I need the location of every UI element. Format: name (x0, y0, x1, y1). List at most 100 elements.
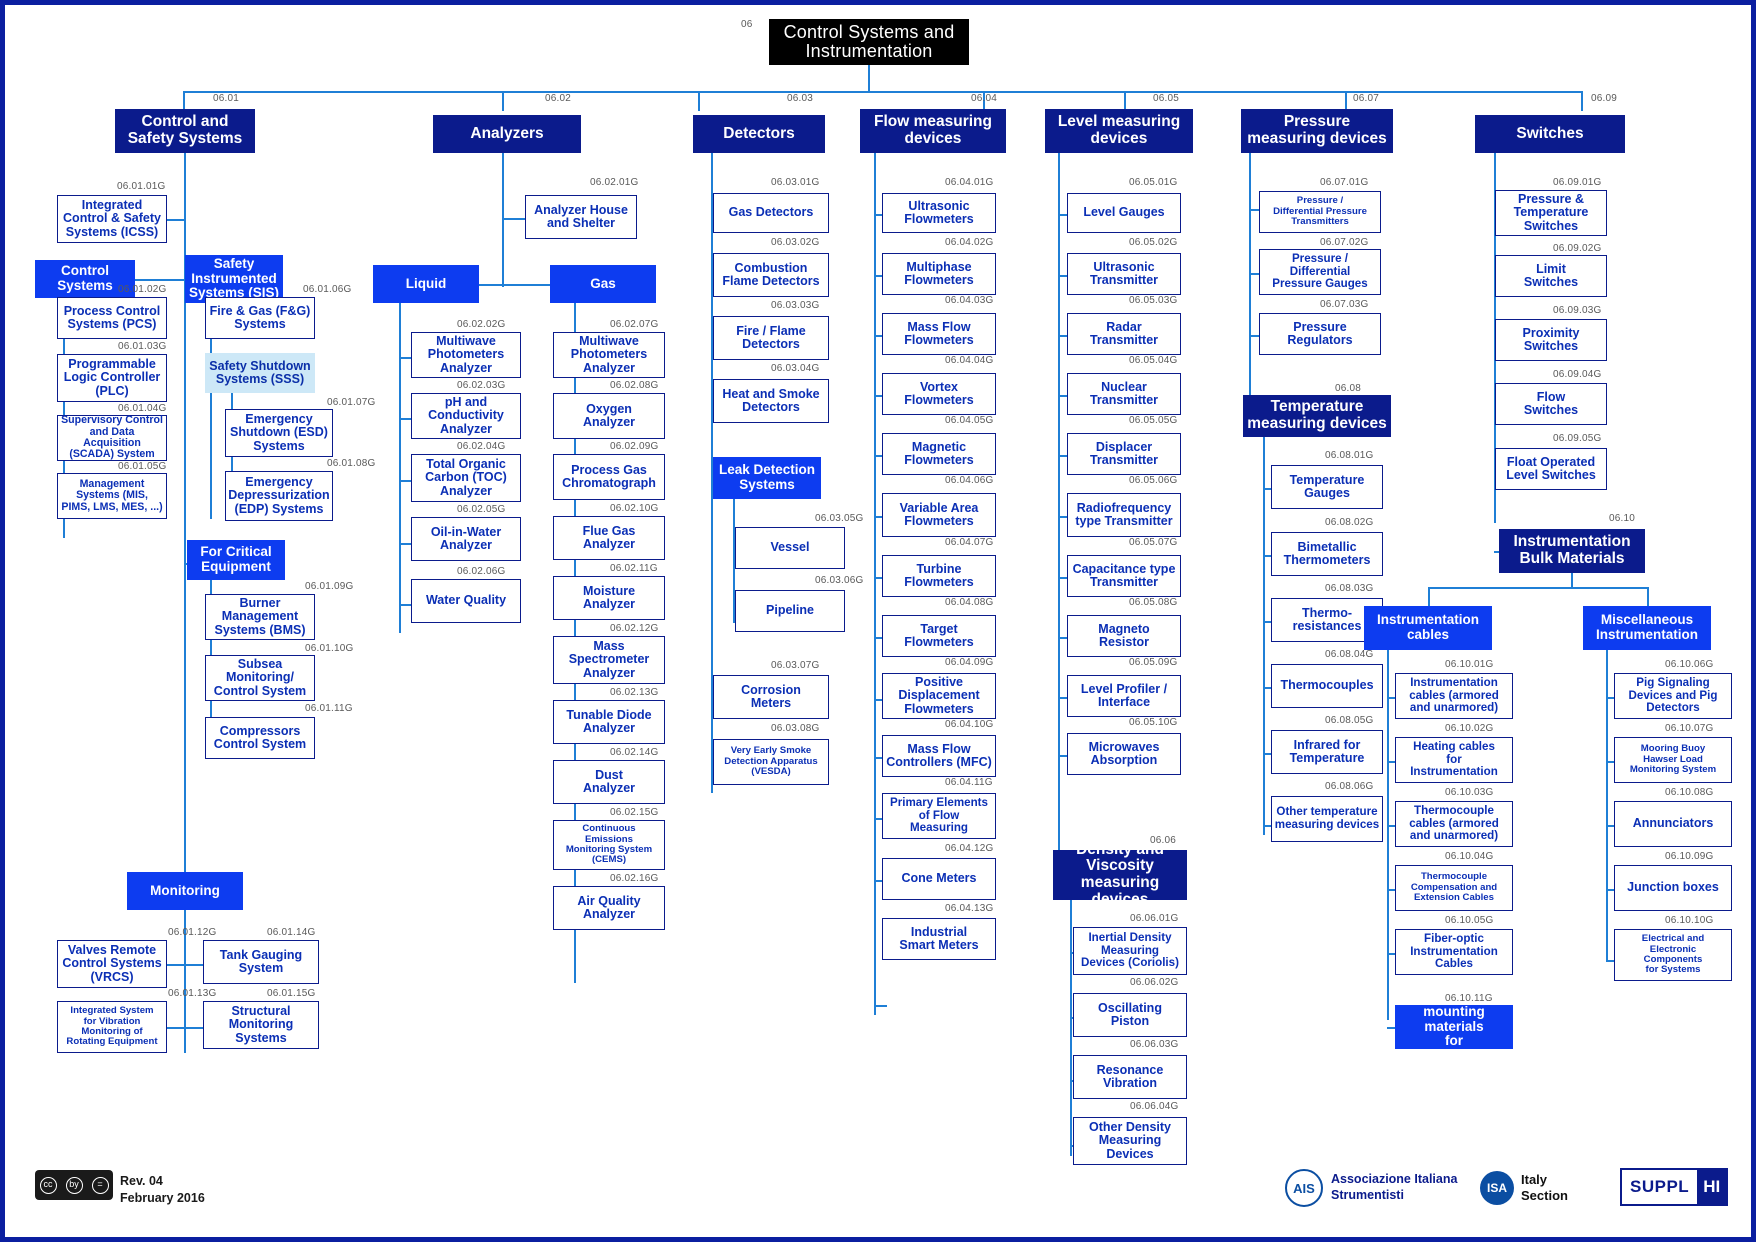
node-vrcs[interactable]: Valves Remote Control Systems (VRCS) (57, 940, 167, 988)
node-industrial-smart-meters[interactable]: Industrial Smart Meters (882, 918, 996, 960)
node-level-gauges[interactable]: Level Gauges (1067, 193, 1181, 233)
node-flow-switches[interactable]: Flow Switches (1495, 383, 1607, 425)
node-bimetallic-thermometers[interactable]: Bimetallic Thermometers (1271, 532, 1383, 576)
node-positive-displacement-flowmeters[interactable]: Positive Displacement Flowmeters (882, 673, 996, 719)
node-vortex-flowmeters[interactable]: Vortex Flowmeters (882, 373, 996, 415)
node-dust-analyzer[interactable]: Dust Analyzer (553, 760, 665, 804)
node-infrared-for-temperature[interactable]: Infrared for Temperature (1271, 730, 1383, 774)
node-pressure-temperature-switches[interactable]: Pressure & Temperature Switches (1495, 190, 1607, 236)
node-for-critical-equipment[interactable]: For Critical Equipment (187, 540, 285, 580)
node-displacer-transmitter[interactable]: Displacer Transmitter (1067, 433, 1181, 475)
node-fiber-optic-instrumentation-cables[interactable]: Fiber-optic Instrumentation Cables (1395, 929, 1513, 975)
node-vibration-monitoring[interactable]: Integrated System for Vibration Monitoring… (57, 1001, 167, 1053)
node-scada[interactable]: Supervisory Control and Data Acquisition(… (57, 414, 167, 461)
node-air-quality-analyzer[interactable]: Air Quality Analyzer (553, 886, 665, 930)
node-gas-multiwave-photometers[interactable]: Multiwave Photometers Analyzer (553, 332, 665, 378)
node-safety-shutdown-systems[interactable]: Safety Shutdown Systems (SSS) (205, 353, 315, 393)
node-magnetic-flowmeters[interactable]: Magnetic Flowmeters (882, 433, 996, 475)
node-moisture-analyzer[interactable]: Moisture Analyzer (553, 576, 665, 620)
node-thermocouple-compensation-cables[interactable]: Thermocouple Compensation and Extension Ca… (1395, 865, 1513, 911)
node-thermocouples[interactable]: Thermocouples (1271, 664, 1383, 708)
node-target-flowmeters[interactable]: Target Flowmeters (882, 615, 996, 657)
node-sis-group[interactable]: Safety Instrumented Systems (SIS) (185, 255, 283, 303)
node-pig-signaling-devices[interactable]: Pig Signaling Devices and Pig Detectors (1614, 673, 1732, 719)
node-level-measuring-devices[interactable]: Level measuring devices (1045, 109, 1193, 153)
node-subsea-monitoring-control[interactable]: Subsea Monitoring/Control System (205, 655, 315, 701)
node-pcs[interactable]: Process Control Systems (PCS) (57, 297, 167, 339)
node-mooring-buoy-hawser-load[interactable]: Mooring Buoy Hawser Load Monitoring System (1614, 737, 1732, 783)
node-other-density-measuring-devices[interactable]: Other Density Measuring Devices (1073, 1117, 1187, 1165)
node-switches[interactable]: Switches (1475, 115, 1625, 153)
node-combustion-flame-detectors[interactable]: Combustion Flame Detectors (713, 253, 829, 297)
node-ultrasonic-flowmeters[interactable]: Ultrasonic Flowmeters (882, 193, 996, 233)
node-thermocouple-cables[interactable]: Thermocouple cables (armored and unarmored… (1395, 801, 1513, 847)
node-liquid-multiwave-photometers[interactable]: Multiwave Photometers Analyzer (411, 332, 521, 378)
node-tank-gauging-system[interactable]: Tank Gauging System (203, 940, 319, 984)
node-analyzers[interactable]: Analyzers (433, 115, 581, 153)
node-instrumentation-bulk-materials[interactable]: Instrumentation Bulk Materials (1499, 529, 1645, 573)
node-electrical-electronic-components[interactable]: Electrical and Electronic Components for Sy… (1614, 929, 1732, 981)
node-instrumentation-cables-group[interactable]: Instrumentation cables (1364, 606, 1492, 650)
node-float-operated-level-switches[interactable]: Float Operated Level Switches (1495, 448, 1607, 490)
node-root[interactable]: Control Systems and Instrumentation (769, 19, 969, 65)
node-flue-gas-analyzer[interactable]: Flue Gas Analyzer (553, 516, 665, 560)
node-density-viscosity-measuring-devices[interactable]: Density and Viscosity measuring devices (1053, 841, 1187, 908)
node-radiofrequency-transmitter[interactable]: Radiofrequency type Transmitter (1067, 493, 1181, 537)
node-leak-pipeline[interactable]: Pipeline (735, 590, 845, 632)
node-cems[interactable]: Continuous Emissions Monitoring System (CEM… (553, 820, 665, 870)
node-capacitance-transmitter[interactable]: Capacitance type Transmitter (1067, 555, 1181, 597)
node-pressure-dp-transmitters[interactable]: Pressure / Differential Pressure Transmitt… (1259, 191, 1381, 233)
node-corrosion-meters[interactable]: Corrosion Meters (713, 675, 829, 719)
node-proximity-switches[interactable]: Proximity Switches (1495, 319, 1607, 361)
node-ultrasonic-transmitter[interactable]: Ultrasonic Transmitter (1067, 253, 1181, 295)
node-liquid-group[interactable]: Liquid (373, 265, 479, 303)
node-pressure-regulators[interactable]: Pressure Regulators (1259, 313, 1381, 355)
node-other-temperature-measuring-devices[interactable]: Other temperature measuring devices (1271, 796, 1383, 842)
node-miscellaneous-instrumentation-group[interactable]: Miscellaneous Instrumentation (1583, 606, 1711, 650)
node-magneto-resistor[interactable]: Magneto Resistor (1067, 615, 1181, 657)
node-compressors-control-system[interactable]: Compressors Control System (205, 717, 315, 759)
node-pressure-dp-gauges[interactable]: Pressure / Differential Pressure Gauges (1259, 249, 1381, 295)
node-leak-vessel[interactable]: Vessel (735, 527, 845, 569)
node-tunable-diode-analyzer[interactable]: Tunable Diode Analyzer (553, 700, 665, 744)
node-process-gas-chromatograph[interactable]: Process Gas Chromatograph (553, 454, 665, 500)
node-toc-analyzer[interactable]: Total Organic Carbon (TOC) Analyzer (411, 454, 521, 502)
node-control-and-safety-systems[interactable]: Control and Safety Systems (115, 109, 255, 153)
node-gas-detectors[interactable]: Gas Detectors (713, 193, 829, 233)
node-oil-in-water-analyzer[interactable]: Oil-in-Water Analyzer (411, 517, 521, 561)
node-bms[interactable]: Burner Management Systems (BMS) (205, 594, 315, 640)
node-level-profiler-interface[interactable]: Level Profiler / Interface (1067, 675, 1181, 717)
node-mass-flow-flowmeters[interactable]: Mass Flow Flowmeters (882, 313, 996, 355)
node-edp[interactable]: Emergency Depressurization (EDP) Systems (225, 471, 333, 521)
node-icss[interactable]: Integrated Control & Safety Systems (ICSS) (57, 195, 167, 243)
node-mass-flow-controllers[interactable]: Mass Flow Controllers (MFC) (882, 735, 996, 777)
node-pressure-measuring-devices[interactable]: Pressure measuring devices (1241, 109, 1393, 153)
node-temperature-measuring-devices[interactable]: Temperature measuring devices (1243, 395, 1391, 437)
node-inertial-density-coriolis[interactable]: Inertial Density Measuring Devices (Coriol… (1073, 927, 1187, 975)
node-analyzer-house-and-shelter[interactable]: Analyzer House and Shelter (525, 195, 637, 239)
node-instrumentation-cables[interactable]: Instrumentation cables (armored and unarmo… (1395, 673, 1513, 719)
node-limit-switches[interactable]: Limit Switches (1495, 255, 1607, 297)
node-variable-area-flowmeters[interactable]: Variable Area Flowmeters (882, 493, 996, 537)
node-fire-and-gas-systems[interactable]: Fire & Gas (F&G) Systems (205, 297, 315, 339)
node-radar-transmitter[interactable]: Radar Transmitter (1067, 313, 1181, 355)
node-heat-and-smoke-detectors[interactable]: Heat and Smoke Detectors (713, 379, 829, 423)
node-microwaves-absorption[interactable]: Microwaves Absorption (1067, 733, 1181, 775)
node-oxygen-analyzer[interactable]: Oxygen Analyzer (553, 393, 665, 439)
node-plc[interactable]: Programmable Logic Controller (PLC) (57, 354, 167, 402)
node-ph-conductivity-analyzer[interactable]: pH and Conductivity Analyzer (411, 393, 521, 439)
node-esd[interactable]: Emergency Shutdown (ESD) Systems (225, 409, 333, 457)
node-turbine-flowmeters[interactable]: Turbine Flowmeters (882, 555, 996, 597)
node-multiphase-flowmeters[interactable]: Multiphase Flowmeters (882, 253, 996, 295)
node-junction-boxes[interactable]: Junction boxes (1614, 865, 1732, 911)
node-leak-detection-systems[interactable]: Leak Detection Systems (713, 457, 821, 499)
node-primary-elements-of-flow-measuring[interactable]: Primary Elements of Flow Measuring (882, 793, 996, 839)
node-temperature-gauges[interactable]: Temperature Gauges (1271, 465, 1383, 509)
node-cone-meters[interactable]: Cone Meters (882, 858, 996, 900)
node-heating-cables-for-instrumentation[interactable]: Heating cables for Instrumentation (1395, 737, 1513, 783)
node-water-quality[interactable]: Water Quality (411, 579, 521, 623)
node-resonance-vibration[interactable]: Resonance Vibration (1073, 1055, 1187, 1099)
node-mass-spectrometer-analyzer[interactable]: Mass Spectrometer Analyzer (553, 636, 665, 684)
node-detectors[interactable]: Detectors (693, 115, 825, 153)
node-monitoring[interactable]: Monitoring (127, 872, 243, 910)
